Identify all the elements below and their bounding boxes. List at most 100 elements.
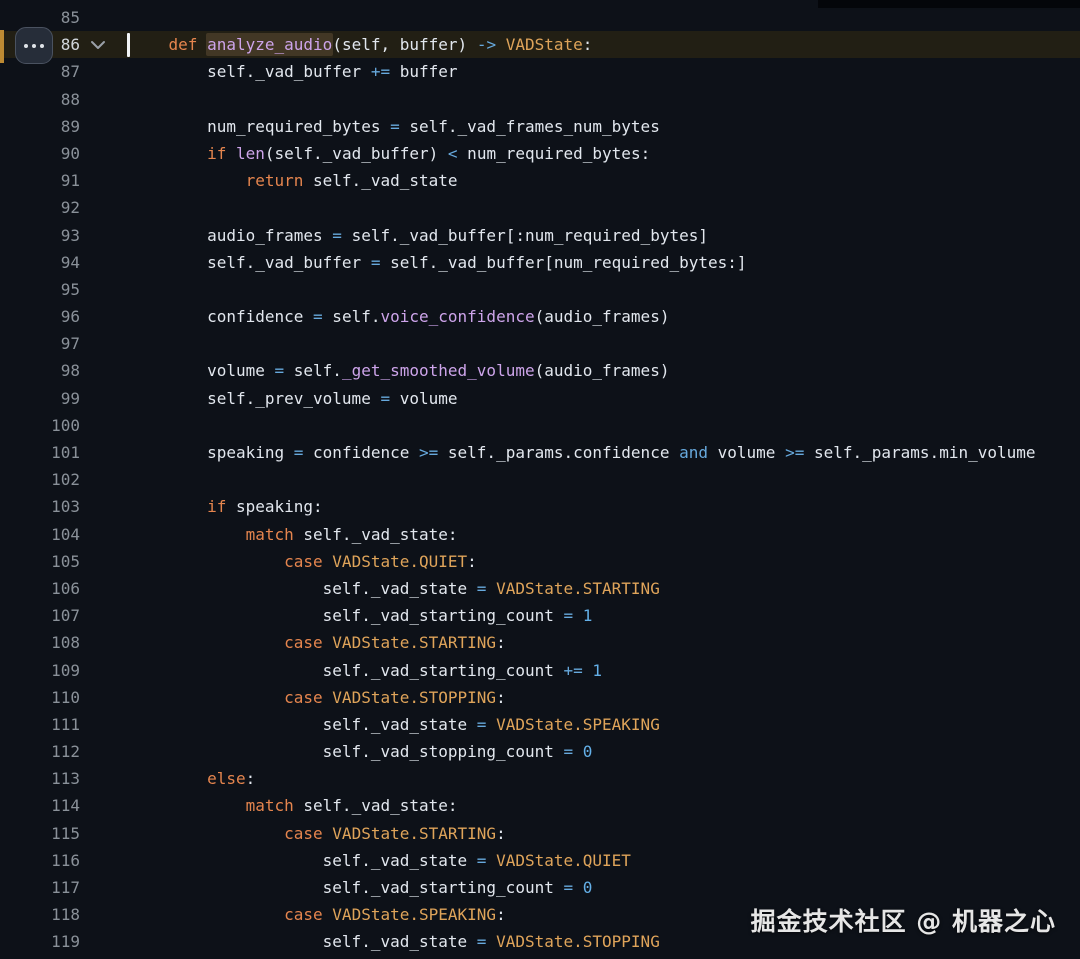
code-line[interactable]: 112 self._vad_stopping_count = 0: [0, 738, 1080, 765]
code-text: case VADState.SPEAKING:: [284, 905, 506, 925]
code-line[interactable]: 87 self._vad_buffer += buffer: [0, 58, 1080, 85]
inline-actions-button[interactable]: [15, 27, 53, 64]
gutter-fold-area: [80, 847, 130, 874]
gutter-fold-area: [80, 711, 130, 738]
code-line[interactable]: 99 self._prev_volume = volume: [0, 385, 1080, 412]
code-text: self._vad_state = VADState.SPEAKING: [130, 714, 660, 734]
gutter-fold-area: [80, 493, 130, 520]
gutter-fold-area: [80, 412, 130, 439]
code-line[interactable]: 89 num_required_bytes = self._vad_frames…: [0, 113, 1080, 140]
gutter-fold-area: [80, 385, 130, 412]
line-number[interactable]: 119: [0, 928, 80, 955]
line-number[interactable]: 113: [0, 765, 80, 792]
code-line[interactable]: 116 self._vad_state = VADState.QUIET: [0, 847, 1080, 874]
code-line[interactable]: 97: [0, 330, 1080, 357]
line-number[interactable]: 94: [0, 249, 80, 276]
code-text: match self._vad_state:: [245, 796, 458, 816]
line-number[interactable]: 89: [0, 113, 80, 140]
code-text: num_required_bytes = self._vad_frames_nu…: [130, 116, 660, 136]
code-line[interactable]: 101 speaking = confidence >= self._param…: [0, 439, 1080, 466]
gutter-fold-area: [80, 330, 130, 357]
code-text: if len(self._vad_buffer) < num_required_…: [207, 143, 651, 163]
code-line[interactable]: 85: [0, 4, 1080, 31]
line-number[interactable]: 106: [0, 575, 80, 602]
code-text: self._vad_starting_count = 1: [130, 606, 593, 626]
gutter-fold-area: [80, 4, 130, 31]
code-text: self._vad_state = VADState.STARTING: [130, 578, 660, 598]
gutter-fold-area: [80, 602, 130, 629]
code-line[interactable]: 103 if speaking:: [0, 493, 1080, 520]
line-number[interactable]: 103: [0, 493, 80, 520]
code-line[interactable]: 92: [0, 194, 1080, 221]
line-number[interactable]: 109: [0, 657, 80, 684]
code-line[interactable]: 111 self._vad_state = VADState.SPEAKING: [0, 711, 1080, 738]
code-line[interactable]: 91 return self._vad_state: [0, 167, 1080, 194]
code-line[interactable]: 94 self._vad_buffer = self._vad_buffer[n…: [0, 249, 1080, 276]
code-line[interactable]: 113 else:: [0, 765, 1080, 792]
code-line[interactable]: 96 confidence = self.voice_confidence(au…: [0, 303, 1080, 330]
code-line[interactable]: 115 case VADState.STARTING:: [0, 820, 1080, 847]
line-number[interactable]: 100: [0, 412, 80, 439]
gutter-fold-area: [80, 928, 130, 955]
line-number[interactable]: 99: [0, 385, 80, 412]
line-number[interactable]: 116: [0, 847, 80, 874]
code-line[interactable]: 95: [0, 276, 1080, 303]
code-text: self._vad_buffer = self._vad_buffer[num_…: [130, 252, 747, 272]
gutter-fold-area: [80, 466, 130, 493]
line-number[interactable]: 105: [0, 548, 80, 575]
code-line[interactable]: 86 def analyze_audio(self, buffer) -> VA…: [0, 31, 1080, 59]
code-line[interactable]: 88: [0, 86, 1080, 113]
gutter-fold-area: [80, 738, 130, 765]
code-text: self._vad_buffer += buffer: [130, 62, 458, 82]
code-line[interactable]: 104 match self._vad_state:: [0, 521, 1080, 548]
line-number[interactable]: 108: [0, 629, 80, 656]
code-lines: 85 86 def analyze_audio(self, buffer) -> …: [0, 4, 1080, 956]
line-number[interactable]: 112: [0, 738, 80, 765]
line-number[interactable]: 90: [0, 140, 80, 167]
gutter-fold-area: [80, 86, 130, 113]
line-number[interactable]: 93: [0, 222, 80, 249]
gutter-fold-area: [80, 575, 130, 602]
line-number[interactable]: 114: [0, 792, 80, 819]
code-line[interactable]: 90 if len(self._vad_buffer) < num_requir…: [0, 140, 1080, 167]
line-number[interactable]: 92: [0, 194, 80, 221]
code-line[interactable]: 109 self._vad_starting_count += 1: [0, 657, 1080, 684]
gutter-fold-area: [80, 276, 130, 303]
code-line[interactable]: 106 self._vad_state = VADState.STARTING: [0, 575, 1080, 602]
watermark-text: 掘金技术社区 @ 机器之心: [750, 907, 1056, 936]
code-line[interactable]: 102: [0, 466, 1080, 493]
line-number[interactable]: 118: [0, 901, 80, 928]
line-number[interactable]: 104: [0, 521, 80, 548]
line-number[interactable]: 98: [0, 357, 80, 384]
line-number[interactable]: 102: [0, 466, 80, 493]
line-number[interactable]: 88: [0, 86, 80, 113]
code-line[interactable]: 98 volume = self._get_smoothed_volume(au…: [0, 357, 1080, 384]
code-line[interactable]: 108 case VADState.STARTING:: [0, 629, 1080, 656]
code-line[interactable]: 105 case VADState.QUIET:: [0, 548, 1080, 575]
code-text: speaking = confidence >= self._params.co…: [130, 443, 1036, 462]
code-line[interactable]: 117 self._vad_starting_count = 0: [0, 874, 1080, 901]
line-number[interactable]: 115: [0, 820, 80, 847]
gutter-fold-area: [80, 140, 130, 167]
line-number[interactable]: 95: [0, 276, 80, 303]
code-line[interactable]: 100: [0, 412, 1080, 439]
line-number[interactable]: 91: [0, 167, 80, 194]
line-number[interactable]: 107: [0, 602, 80, 629]
code-line[interactable]: 107 self._vad_starting_count = 1: [0, 602, 1080, 629]
line-number[interactable]: 110: [0, 684, 80, 711]
code-line[interactable]: 93 audio_frames = self._vad_buffer[:num_…: [0, 222, 1080, 249]
top-right-strip: [818, 0, 1080, 8]
code-line[interactable]: 110 case VADState.STOPPING:: [0, 684, 1080, 711]
line-number[interactable]: 97: [0, 330, 80, 357]
gutter-fold-area: [80, 222, 130, 249]
line-number[interactable]: 96: [0, 303, 80, 330]
code-line[interactable]: 114 match self._vad_state:: [0, 792, 1080, 819]
chevron-down-icon[interactable]: [90, 40, 106, 50]
gutter-fold-area: [80, 167, 130, 194]
line-number[interactable]: 111: [0, 711, 80, 738]
code-editor[interactable]: 85 86 def analyze_audio(self, buffer) -> …: [0, 0, 1080, 959]
code-text: else:: [207, 769, 256, 789]
gutter-fold-area: [80, 249, 130, 276]
line-number[interactable]: 117: [0, 874, 80, 901]
line-number[interactable]: 101: [0, 439, 80, 466]
